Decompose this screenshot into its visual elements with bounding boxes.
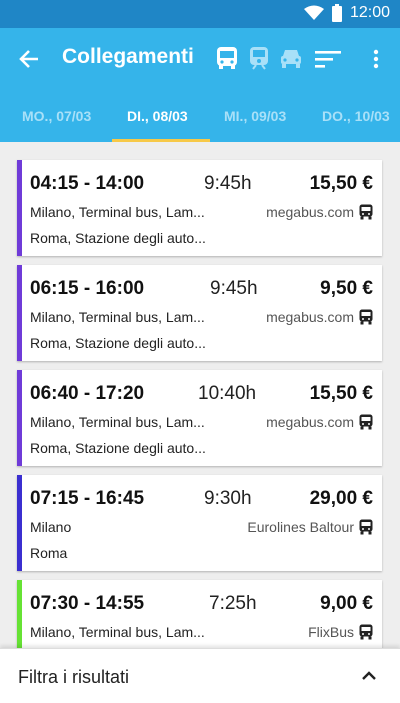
tab-date-1003[interactable]: DO., 10/03 xyxy=(322,90,390,142)
trip-carrier: megabus.com xyxy=(266,309,354,325)
trip-price: 9,50 € xyxy=(320,278,373,299)
trip-duration: 9:45h xyxy=(210,278,258,299)
trip-duration: 9:45h xyxy=(204,173,252,194)
sort-button[interactable] xyxy=(314,46,342,72)
train-icon xyxy=(250,47,268,70)
trip-origin: Milano xyxy=(30,519,72,535)
bus-icon xyxy=(359,519,373,535)
trip-duration: 7:25h xyxy=(209,593,257,614)
trip-carrier: FlixBus xyxy=(308,624,354,640)
trip-time: 04:15 - 14:00 xyxy=(30,173,145,194)
trip-origin: Milano, Terminal bus, Lam... xyxy=(30,624,205,640)
trip-time: 07:15 - 16:45 xyxy=(30,488,145,509)
trip-destination: Roma xyxy=(30,545,68,561)
filter-bar[interactable]: Filtra i risultati xyxy=(0,648,400,703)
trip-price: 15,50 € xyxy=(309,383,373,404)
trip-time: 06:40 - 17:20 xyxy=(30,383,145,404)
trip-origin: Milano, Terminal bus, Lam... xyxy=(30,204,205,220)
battery-icon xyxy=(331,4,342,22)
sort-icon xyxy=(315,51,341,68)
chevron-up-icon xyxy=(362,671,376,680)
more-options-button[interactable] xyxy=(366,44,386,74)
trip-time: 07:30 - 14:55 xyxy=(30,593,145,614)
trip-card[interactable]: 07:15 - 16:45 9:30h 29,00 € Milano Eurol… xyxy=(17,475,382,571)
filter-label: Filtra i risultati xyxy=(18,667,130,687)
trip-card[interactable]: 07:30 - 14:55 7:25h 9,00 € Milano, Termi… xyxy=(17,580,382,648)
more-vertical-icon xyxy=(373,49,379,69)
train-mode-button[interactable] xyxy=(247,45,271,71)
bus-icon xyxy=(217,47,237,69)
trip-duration: 9:30h xyxy=(204,488,252,509)
date-tabs: MO., 07/03 DI., 08/03 MI., 09/03 DO., 10… xyxy=(0,90,400,142)
car-mode-button[interactable] xyxy=(279,45,303,71)
tab-date-0703[interactable]: MO., 07/03 xyxy=(22,90,91,142)
wifi-icon xyxy=(303,5,324,20)
status-bar: 12:00 xyxy=(0,0,400,28)
app-bar: Collegamenti xyxy=(0,28,400,90)
trip-destination: Roma, Stazione degli auto... xyxy=(30,440,206,456)
arrow-left-icon xyxy=(19,50,38,68)
trip-carrier: Eurolines Baltour xyxy=(247,519,354,535)
trip-duration: 10:40h xyxy=(198,383,257,404)
tab-date-0903[interactable]: MI., 09/03 xyxy=(224,90,286,142)
page-title: Collegamenti xyxy=(62,45,194,68)
trip-price: 15,50 € xyxy=(309,173,373,194)
bus-icon xyxy=(359,309,373,325)
trip-time: 06:15 - 16:00 xyxy=(30,278,145,299)
bus-icon xyxy=(359,204,373,220)
trip-list: 04:15 - 14:00 9:45h 15,50 € Milano, Term… xyxy=(0,142,400,648)
clock: 12:00 xyxy=(349,4,390,21)
trip-price: 9,00 € xyxy=(320,593,373,614)
trip-destination: Roma, Stazione degli auto... xyxy=(30,230,206,246)
bus-icon xyxy=(359,414,373,430)
trip-origin: Milano, Terminal bus, Lam... xyxy=(30,414,205,430)
bus-mode-button[interactable] xyxy=(215,45,239,71)
trip-card[interactable]: 06:15 - 16:00 9:45h 9,50 € Milano, Termi… xyxy=(17,265,382,361)
trip-carrier: megabus.com xyxy=(266,414,354,430)
trip-carrier: megabus.com xyxy=(266,204,354,220)
trip-card[interactable]: 04:15 - 14:00 9:45h 15,50 € Milano, Term… xyxy=(17,160,382,256)
trip-price: 29,00 € xyxy=(309,488,373,509)
car-icon xyxy=(281,50,301,68)
trip-card[interactable]: 06:40 - 17:20 10:40h 15,50 € Milano, Ter… xyxy=(17,370,382,466)
trip-destination: Roma, Stazione degli auto... xyxy=(30,335,206,351)
back-button[interactable] xyxy=(14,44,44,74)
trip-origin: Milano, Terminal bus, Lam... xyxy=(30,309,205,325)
bus-icon xyxy=(359,624,373,640)
transport-mode-switcher xyxy=(215,45,303,71)
tab-date-0803[interactable]: DI., 08/03 xyxy=(127,90,188,142)
